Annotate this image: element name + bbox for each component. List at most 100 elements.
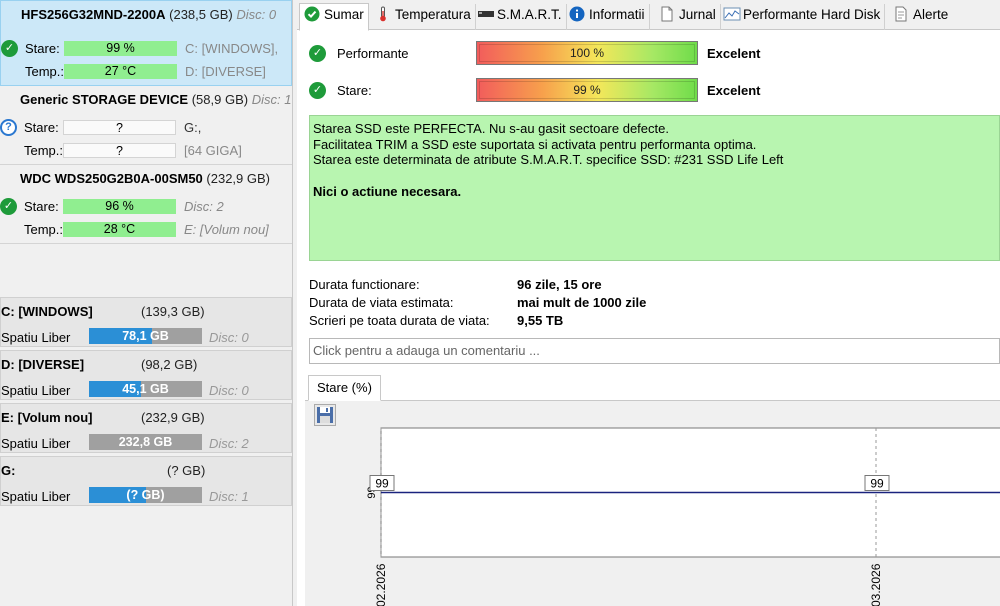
- free-space-label: Spatiu Liber: [1, 489, 71, 504]
- tab-stare-chart[interactable]: Stare (%): [308, 375, 381, 401]
- health-bar: ?: [63, 120, 176, 135]
- volume-name: E: [Volum nou]: [1, 410, 93, 425]
- disk-number: Disc: 0: [236, 7, 277, 22]
- point-label: 99: [375, 477, 389, 491]
- volume-item-d[interactable]: D: [DIVERSE] (98,2 GB) Spatiu Liber 45,1…: [0, 350, 292, 400]
- tab-performante-hard-disk[interactable]: Performante Hard Disk: [719, 4, 886, 30]
- tab-smart[interactable]: S.M.A.R.T.: [473, 4, 567, 30]
- message-line: Starea SSD este PERFECTA. Nu s-au gasit …: [313, 121, 669, 136]
- point-label: 99: [870, 477, 884, 491]
- disk-number: Disc: 2: [209, 436, 249, 451]
- lifetime-value: mai mult de 1000 zile: [517, 295, 647, 310]
- tab-jurnal[interactable]: Jurnal: [655, 4, 721, 30]
- performance-rating: Excelent: [707, 46, 761, 61]
- health-value: 99 %: [573, 83, 601, 97]
- temp-label: Temp.:: [25, 64, 65, 79]
- free-space-bar: 45,1 GB: [89, 381, 202, 397]
- thermometer-icon: [375, 6, 391, 22]
- disk-header: Generic STORAGE DEVICE (58,9 GB) Disc: 1: [20, 92, 291, 107]
- free-space-label: Spatiu Liber: [1, 436, 71, 451]
- free-space-label: Spatiu Liber: [1, 383, 71, 398]
- volume-name: G:: [1, 463, 16, 478]
- tab-temperatura[interactable]: Temperatura: [371, 4, 476, 30]
- volume-size: (139,3 GB): [141, 304, 205, 319]
- performance-label: Performante: [337, 46, 409, 61]
- tab-label: Temperatura: [395, 7, 471, 22]
- free-space-value: 45,1 GB: [122, 382, 169, 396]
- status-message-box: Starea SSD este PERFECTA. Nu s-au gasit …: [309, 115, 1000, 261]
- disk-size: (238,5 GB): [169, 7, 233, 22]
- tab-informatii[interactable]: Informatii: [565, 4, 650, 30]
- tab-alerte[interactable]: Alerte: [889, 4, 952, 30]
- disk-name: HFS256G32MND-2200A: [21, 7, 166, 22]
- temperature-bar: 27 °C: [64, 64, 177, 79]
- free-space-bar: 232,8 GB: [89, 434, 202, 450]
- disk-item-0[interactable]: HFS256G32MND-2200A (238,5 GB) Disc: 0 ✓ …: [0, 0, 292, 86]
- tab-label: Sumar: [324, 7, 364, 22]
- disk-size: (58,9 GB): [191, 92, 249, 107]
- health-row: ✓ Stare: 99 % Excelent: [309, 78, 999, 104]
- health-rating: Excelent: [707, 83, 761, 98]
- stare-label: Stare:: [25, 41, 60, 56]
- comment-input[interactable]: Click pentru a adauga un comentariu ...: [309, 338, 1000, 364]
- document-icon: [659, 6, 675, 22]
- free-space-bar: (? GB): [89, 487, 202, 503]
- free-space-value: 78,1 GB: [122, 329, 169, 343]
- volume-size: (? GB): [167, 463, 206, 478]
- volumes-text: C: [WINDOWS],: [185, 41, 279, 56]
- volume-name: C: [WINDOWS]: [1, 304, 93, 319]
- alert-document-icon: [893, 6, 909, 22]
- performance-bar: 100 %: [476, 41, 698, 65]
- temperature-bar: 28 °C: [63, 222, 176, 237]
- volume-item-g[interactable]: G: (? GB) Spatiu Liber (? GB) Disc: 1: [0, 456, 292, 506]
- free-space-bar: 78,1 GB: [89, 328, 202, 344]
- volume-name: D: [DIVERSE]: [1, 357, 85, 372]
- disk-list-panel: HFS256G32MND-2200A (238,5 GB) Disc: 0 ✓ …: [0, 0, 293, 606]
- tab-bar: Sumar Temperatura S.M.A.R.T. Informatii …: [297, 0, 1000, 31]
- volumes-text: [64 GIGA]: [184, 143, 242, 158]
- check-icon: ✓: [309, 45, 326, 62]
- writes-label: Scrieri pe toata durata de viata:: [309, 313, 490, 328]
- volume-item-c[interactable]: C: [WINDOWS] (139,3 GB) Spatiu Liber 78,…: [0, 297, 292, 347]
- volumes-text: G:,: [184, 120, 202, 135]
- message-line: Facilitatea TRIM a SSD este suportata si…: [313, 136, 757, 152]
- volumes-text: D: [DIVERSE]: [185, 64, 266, 79]
- volume-item-e[interactable]: E: [Volum nou] (232,9 GB) Spatiu Liber 2…: [0, 403, 292, 453]
- disk-name: Generic STORAGE DEVICE: [20, 92, 189, 107]
- message-line: Starea este determinata de atribute S.M.…: [313, 152, 784, 167]
- info-icon: [569, 6, 585, 22]
- performance-value: 100 %: [569, 46, 605, 60]
- free-space-label: Spatiu Liber: [1, 330, 71, 345]
- stare-label: Stare:: [24, 120, 59, 135]
- uptime-label: Durata functionare:: [309, 277, 420, 292]
- health-bar: 99 %: [64, 41, 177, 56]
- drive-icon: [477, 6, 494, 22]
- tab-sumar[interactable]: Sumar: [299, 3, 369, 31]
- x-tick-label: 03.2026: [869, 563, 883, 606]
- disk-number: Disc: 1: [209, 489, 249, 504]
- health-chart: 9999999902.202603.202604.2026: [366, 427, 1000, 606]
- disk-header: HFS256G32MND-2200A (238,5 GB) Disc: 0: [21, 7, 276, 22]
- check-icon: ✓: [1, 40, 18, 57]
- disk-item-1[interactable]: Generic STORAGE DEVICE (58,9 GB) Disc: 1…: [0, 87, 292, 165]
- x-tick-label: 02.2026: [374, 563, 388, 606]
- free-space-value: (? GB): [126, 488, 165, 502]
- tab-label: Jurnal: [679, 7, 716, 22]
- free-space-value: 232,8 GB: [118, 435, 173, 449]
- message-action: Nici o actiune necesara.: [313, 183, 462, 199]
- health-bar: 99 %: [476, 78, 698, 102]
- disk-header: WDC WDS250G2B0A-00SM50 (232,9 GB): [20, 171, 270, 186]
- disk-number: Disc: 2: [184, 199, 224, 214]
- chart-body: 9999999902.202603.202604.2026: [305, 400, 1000, 606]
- question-icon: ?: [0, 119, 17, 136]
- temperature-bar: ?: [63, 143, 176, 158]
- details-panel: Sumar Temperatura S.M.A.R.T. Informatii …: [297, 0, 1000, 606]
- writes-value: 9,55 TB: [517, 313, 564, 328]
- disk-item-2[interactable]: WDC WDS250G2B0A-00SM50 (232,9 GB) ✓ Star…: [0, 166, 292, 244]
- check-icon: ✓: [0, 198, 17, 215]
- volumes-text: E: [Volum nou]: [184, 222, 269, 237]
- disk-number: Disc: 1: [251, 92, 292, 107]
- tab-label: Performante Hard Disk: [743, 7, 881, 22]
- chart-icon: [723, 6, 741, 22]
- tab-label: Alerte: [913, 7, 949, 22]
